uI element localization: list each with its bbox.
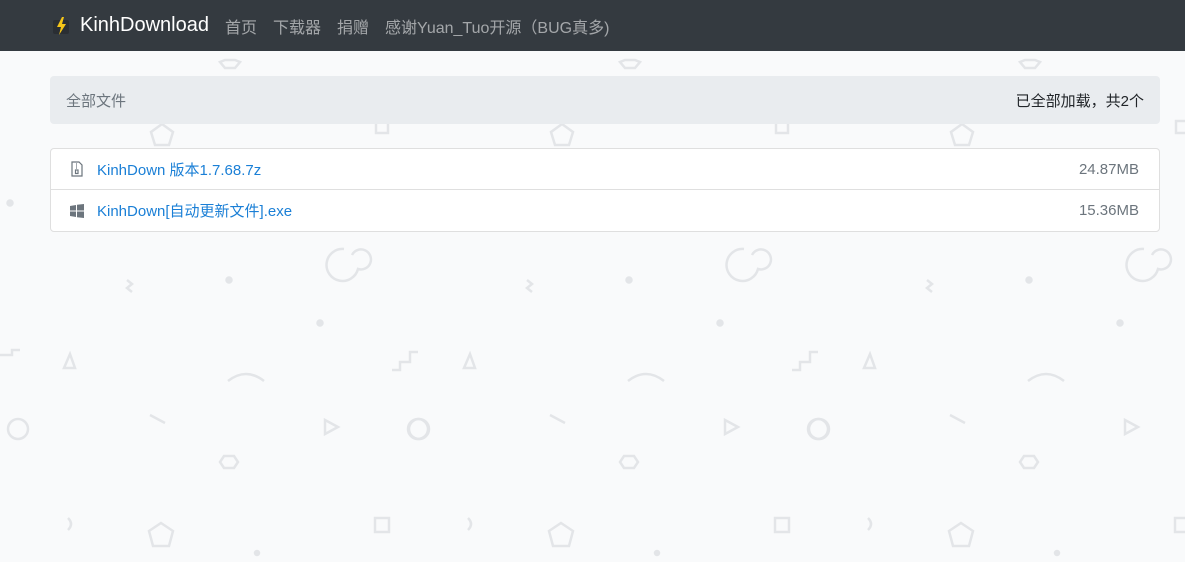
nav-link-downloader[interactable]: 下载器 [273, 14, 321, 38]
file-row[interactable]: KinhDown 版本1.7.68.7z 24.87MB [51, 149, 1159, 190]
file-name-link[interactable]: KinhDown 版本1.7.68.7z [97, 159, 261, 180]
top-navbar: KinhDownload 首页 下载器 捐赠 感谢Yuan_Tuo开源（BUG真… [0, 0, 1185, 51]
brand-name: KinhDownload [80, 14, 209, 36]
lightning-logo-icon [50, 15, 72, 37]
nav-link-donate[interactable]: 捐赠 [337, 14, 369, 38]
archive-file-icon [69, 161, 85, 177]
file-name-link[interactable]: KinhDown[自动更新文件].exe [97, 200, 292, 221]
file-left: KinhDown[自动更新文件].exe [69, 200, 292, 221]
breadcrumb-root[interactable]: 全部文件 [66, 90, 126, 111]
breadcrumb: 全部文件 已全部加载，共2个 [50, 76, 1160, 124]
file-list: KinhDown 版本1.7.68.7z 24.87MB KinhDown[自动… [50, 148, 1160, 232]
nav-link-thanks[interactable]: 感谢Yuan_Tuo开源（BUG真多) [385, 14, 609, 38]
load-status: 已全部加载，共2个 [1015, 92, 1144, 110]
nav-links: 首页 下载器 捐赠 感谢Yuan_Tuo开源（BUG真多) [225, 14, 625, 38]
file-size: 15.36MB [1078, 202, 1139, 219]
nav-link-home[interactable]: 首页 [225, 14, 257, 38]
windows-icon [69, 203, 85, 219]
file-row[interactable]: KinhDown[自动更新文件].exe 15.36MB [51, 190, 1159, 231]
brand-link[interactable]: KinhDownload [50, 14, 209, 37]
file-left: KinhDown 版本1.7.68.7z [69, 159, 261, 180]
file-size: 24.87MB [1078, 160, 1139, 178]
